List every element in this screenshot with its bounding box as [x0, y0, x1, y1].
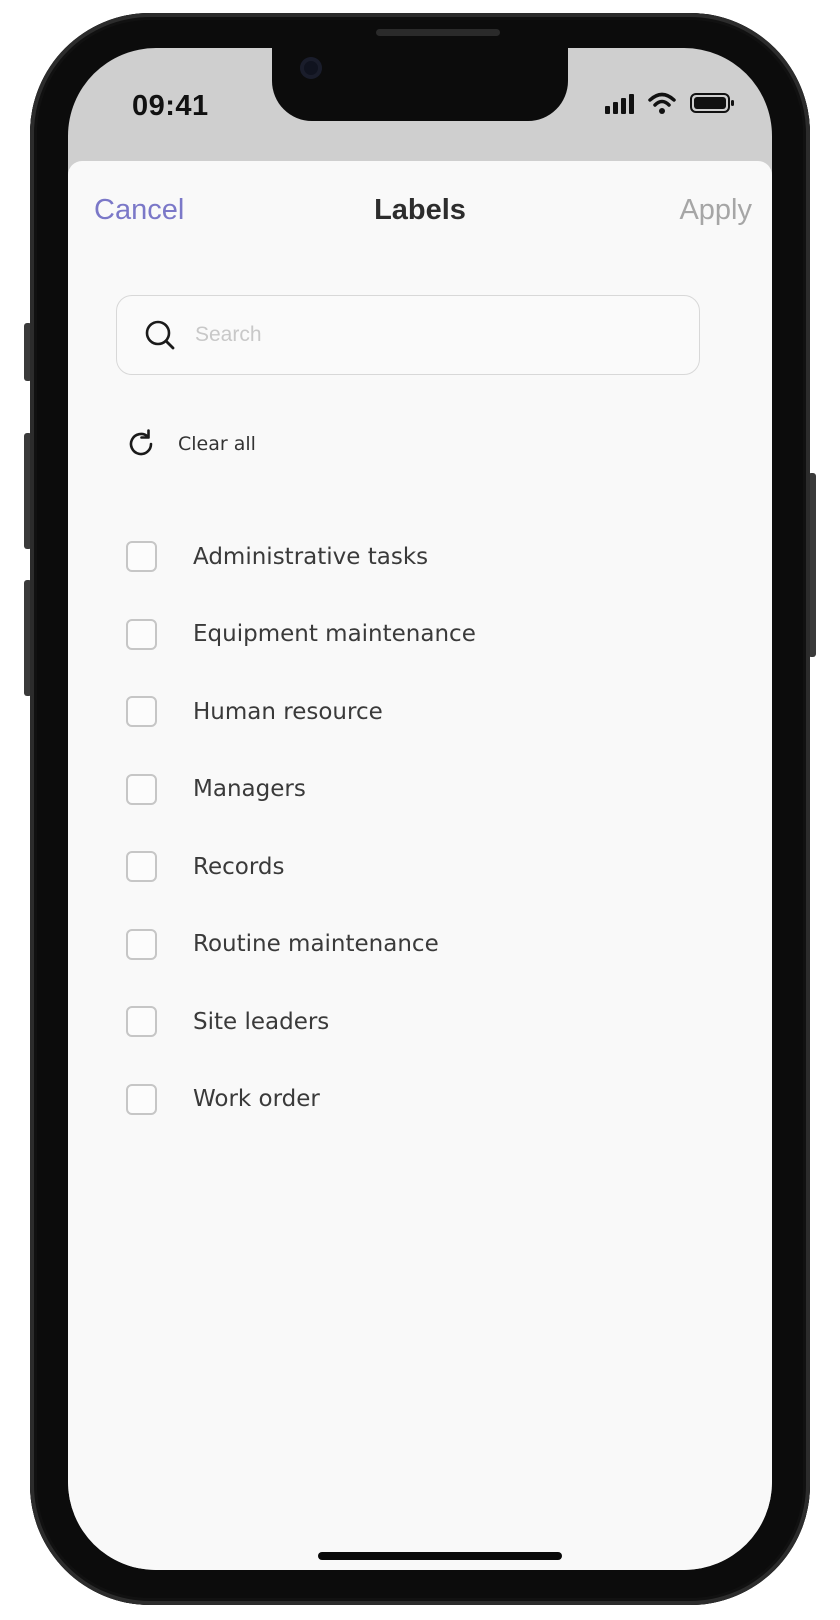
checkbox[interactable]	[126, 851, 157, 883]
checkbox[interactable]	[126, 696, 157, 728]
label-item-work-order[interactable]: Work order	[126, 1061, 726, 1139]
checkbox[interactable]	[126, 618, 157, 650]
checkbox[interactable]	[126, 1006, 157, 1038]
label-text: Records	[193, 853, 285, 880]
label-list: Administrative tasks Equipment maintenan…	[126, 518, 726, 1138]
label-item-human-resource[interactable]: Human resource	[126, 673, 726, 751]
front-camera-icon	[300, 57, 322, 79]
label-text: Equipment maintenance	[193, 621, 476, 648]
search-input[interactable]	[193, 312, 677, 358]
label-item-administrative-tasks[interactable]: Administrative tasks	[126, 518, 726, 596]
home-indicator	[318, 1552, 562, 1560]
status-time: 09:41	[132, 90, 209, 122]
checkbox[interactable]	[126, 541, 157, 573]
label-text: Site leaders	[193, 1008, 330, 1035]
notch	[272, 48, 568, 121]
label-text: Administrative tasks	[193, 543, 429, 570]
checkbox[interactable]	[126, 1083, 157, 1115]
search-box[interactable]	[116, 295, 700, 375]
earpiece-speaker	[376, 29, 500, 36]
clear-all-button[interactable]: Clear all	[124, 427, 256, 461]
label-text: Work order	[193, 1086, 320, 1113]
cancel-button[interactable]: Cancel	[94, 194, 184, 227]
label-text: Managers	[193, 776, 306, 803]
sheet-nav-bar: Labels Cancel Apply	[68, 161, 772, 261]
search-icon	[145, 320, 175, 350]
label-item-records[interactable]: Records	[126, 828, 726, 906]
checkbox[interactable]	[126, 773, 157, 805]
label-item-equipment-maintenance[interactable]: Equipment maintenance	[126, 596, 726, 674]
phone-frame: 09:41 Labels Cancel Apply Search Clear a…	[30, 13, 810, 1605]
screen: 09:41 Labels Cancel Apply Search Clear a…	[68, 48, 772, 1570]
checkbox[interactable]	[126, 928, 157, 960]
labels-sheet: Labels Cancel Apply Clear all	[68, 161, 772, 1570]
label-item-managers[interactable]: Managers	[126, 751, 726, 829]
status-icons	[605, 92, 736, 114]
label-text: Human resource	[193, 698, 383, 725]
label-item-site-leaders[interactable]: Site leaders	[126, 983, 726, 1061]
cellular-signal-icon	[605, 92, 634, 114]
battery-icon	[690, 93, 734, 113]
label-item-routine-maintenance[interactable]: Routine maintenance	[126, 906, 726, 984]
label-text: Routine maintenance	[193, 931, 439, 958]
apply-button[interactable]: Apply	[679, 194, 752, 227]
refresh-icon	[129, 429, 153, 456]
clear-all-label: Clear all	[178, 433, 256, 455]
wifi-icon	[648, 92, 676, 114]
